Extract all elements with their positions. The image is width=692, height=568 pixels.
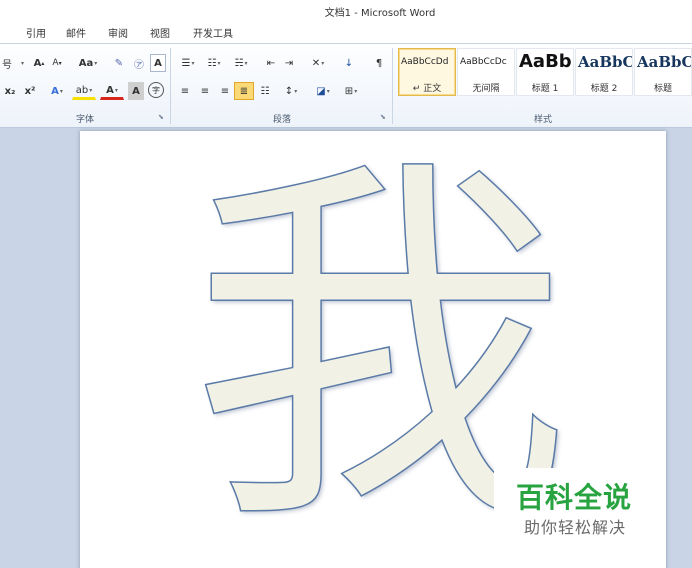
style-sample: AaBbC: [637, 53, 692, 71]
group-divider: [392, 48, 393, 124]
style-sample: AaBbCcDc: [460, 57, 507, 67]
tab-references[interactable]: 引用: [26, 25, 46, 40]
group-divider: [170, 48, 171, 124]
watermark-title: 百科全说: [516, 481, 633, 514]
char-border-button[interactable]: A: [150, 54, 166, 72]
text-effects-button[interactable]: A ▾: [46, 82, 68, 100]
font-dialog-launcher-icon[interactable]: ⬊: [158, 113, 164, 121]
style-sample: AaBbCcDd: [401, 57, 449, 67]
document-workspace[interactable]: 我 百科全说 助你轻松解决: [0, 128, 692, 568]
distributed-icon[interactable]: ☷: [256, 82, 274, 100]
style-normal[interactable]: AaBbCcDd ↵ 正文: [398, 48, 456, 96]
style-sample: AaBbC: [578, 53, 633, 71]
show-marks-icon[interactable]: ¶: [370, 54, 388, 72]
superscript-button[interactable]: x²: [20, 82, 40, 100]
align-center-icon[interactable]: ≡: [196, 82, 214, 100]
style-label: ↵ 正文: [412, 84, 442, 94]
style-no-spacing[interactable]: AaBbCcDc 无间隔: [457, 48, 515, 96]
highlight-button[interactable]: ab ▾: [72, 82, 96, 100]
font-color-button[interactable]: A ▾: [100, 82, 124, 100]
watermark-logo: 百科全说 助你轻松解决: [494, 468, 666, 546]
styles-group: AaBbCcDd ↵ 正文 AaBbCcDc 无间隔 AaBb 标题 1 AaB…: [394, 44, 692, 128]
font-group-label: 字体: [75, 115, 94, 125]
subscript-button[interactable]: x₂: [0, 82, 20, 100]
window-title: 文档1 - Microsoft Word: [324, 8, 436, 19]
watermark-subtitle: 助你轻松解决: [524, 518, 627, 537]
increase-indent-icon[interactable]: ⇥: [280, 54, 298, 72]
style-label: 标题 1: [531, 84, 559, 94]
shading-icon[interactable]: ◪ ▾: [310, 82, 336, 100]
style-heading-1[interactable]: AaBb 标题 1: [516, 48, 574, 96]
tab-developer[interactable]: 开发工具: [193, 25, 233, 40]
font-size-field[interactable]: 号: [0, 54, 14, 72]
justify-icon[interactable]: ≣: [234, 82, 254, 100]
tab-review[interactable]: 审阅: [108, 25, 128, 40]
numbering-icon[interactable]: ☷ ▾: [202, 54, 226, 72]
title-bar: 文档1 - Microsoft Word: [0, 0, 692, 20]
style-label: 标题 2: [590, 84, 618, 94]
style-heading-2[interactable]: AaBbC 标题 2: [575, 48, 633, 96]
chinese-layout-icon[interactable]: ✕ ▾: [306, 54, 330, 72]
shrink-font-button[interactable]: A ▾: [50, 54, 64, 72]
style-label: 无间隔: [472, 84, 500, 94]
tab-view[interactable]: 视图: [150, 25, 170, 40]
line-spacing-icon[interactable]: ↕ ▾: [280, 82, 302, 100]
ribbon-tabs: 引用 邮件 审阅 视图 开发工具: [0, 20, 692, 44]
phonetic-guide-button[interactable]: ㋐: [130, 54, 148, 72]
enclose-char-button[interactable]: 字: [148, 82, 164, 98]
align-left-icon[interactable]: ≡: [176, 82, 194, 100]
grow-font-button[interactable]: A ▴: [32, 54, 46, 72]
borders-icon[interactable]: ⊞ ▾: [338, 82, 364, 100]
multilevel-list-icon[interactable]: ☵ ▾: [228, 54, 254, 72]
clear-format-icon[interactable]: ✎: [110, 54, 128, 72]
tab-mailings[interactable]: 邮件: [66, 25, 86, 40]
bullets-icon[interactable]: ☰ ▾: [176, 54, 200, 72]
style-sample: AaBb: [519, 51, 572, 72]
ribbon: 号 ▾ A ▴ A ▾ Aa ▾ ✎ ㋐ A x₂ x² A ▾ ab ▾ A ▾ A 字 …: [0, 44, 692, 128]
paragraph-dialog-launcher-icon[interactable]: ⬊: [380, 113, 386, 121]
styles-group-label: 样式: [533, 115, 552, 125]
sort-icon[interactable]: ↓: [338, 54, 360, 72]
font-size-dropdown-icon[interactable]: ▾: [16, 54, 28, 72]
paragraph-group-label: 段落: [272, 115, 291, 125]
change-case-button[interactable]: Aa ▾: [76, 54, 100, 72]
char-shading-button[interactable]: A: [128, 82, 144, 100]
style-title[interactable]: AaBbC 标题: [634, 48, 692, 96]
style-label: 标题: [653, 84, 672, 94]
decrease-indent-icon[interactable]: ⇤: [262, 54, 280, 72]
paragraph-group: ☰ ▾ ☷ ▾ ☵ ▾ ⇤ ⇥ ✕ ▾ ↓ ¶ ≡ ≡ ≡ ≣ ☷ ↕ ▾ ◪ ▾ ⊞ ▾ 段…: [172, 44, 392, 128]
font-group: 号 ▾ A ▴ A ▾ Aa ▾ ✎ ㋐ A x₂ x² A ▾ ab ▾ A ▾ A 字 …: [0, 44, 170, 128]
align-right-icon[interactable]: ≡: [216, 82, 234, 100]
